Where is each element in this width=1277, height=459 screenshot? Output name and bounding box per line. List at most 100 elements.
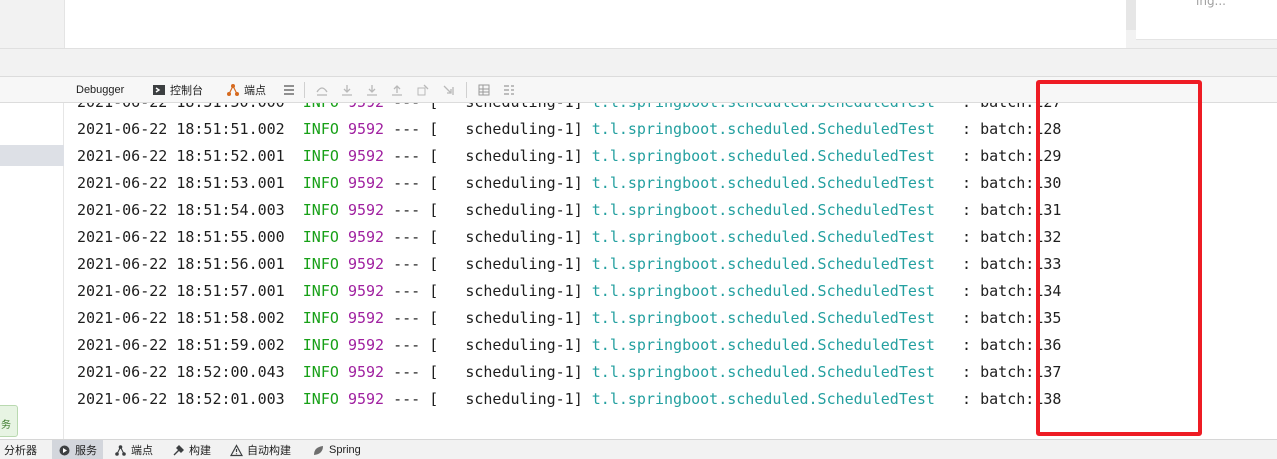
log-line: 2021-06-22 18:51:59.002 INFO 9592 --- [ …: [77, 332, 1061, 359]
log-line: 2021-06-22 18:51:53.001 INFO 9592 --- [ …: [77, 170, 1061, 197]
log-pid: 9592: [347, 336, 385, 354]
log-separator: ---: [393, 255, 421, 273]
right-panel-faded-text: ing...: [1196, 0, 1226, 8]
log-separator: ---: [393, 120, 421, 138]
log-separator: ---: [393, 309, 421, 327]
log-level: INFO: [302, 336, 339, 354]
log-date: 2021-06-22 18:51:59.002: [77, 336, 285, 354]
log-line: 2021-06-22 18:51:55.000 INFO 9592 --- [ …: [77, 224, 1061, 251]
step-over-icon[interactable]: [315, 82, 329, 96]
tab-console-label: 控制台: [170, 85, 203, 97]
left-edge-badge-label: 务: [1, 420, 11, 431]
log-date: 2021-06-22 18:51:58.002: [77, 309, 285, 327]
log-date: 2021-06-22 18:51:53.001: [77, 174, 285, 192]
log-pid: 9592: [347, 201, 385, 219]
log-thread: [ scheduling-1]: [429, 282, 583, 300]
log-date: 2021-06-22 18:51:55.000: [77, 228, 285, 246]
log-pid: 9592: [347, 147, 385, 165]
log-message: : batch:129: [962, 147, 1062, 165]
tool-profiler-label: 分析器: [4, 445, 37, 457]
log-pid: 9592: [347, 309, 385, 327]
log-separator: ---: [393, 336, 421, 354]
tool-auto-build-label: 自动构建: [247, 445, 291, 457]
log-date: 2021-06-22 18:51:54.003: [77, 201, 285, 219]
log-logger: t.l.springboot.scheduled.ScheduledTest: [591, 255, 935, 273]
log-pid: 9592: [347, 282, 385, 300]
tab-console[interactable]: 控制台: [152, 77, 203, 103]
log-pid: 9592: [347, 390, 385, 408]
force-step-into-icon[interactable]: [365, 82, 379, 96]
trace-icon[interactable]: [502, 82, 516, 96]
log-message: : batch:130: [962, 174, 1062, 192]
log-message: : batch:135: [962, 309, 1062, 327]
tab-endpoints[interactable]: 端点: [226, 77, 266, 103]
left-edge-badge[interactable]: 务: [0, 405, 18, 437]
console-output[interactable]: 2021-06-22 18:51:50.000 INFO 9592 --- [ …: [65, 90, 1277, 436]
log-message: : batch:132: [962, 228, 1062, 246]
tool-services[interactable]: 服务: [52, 440, 103, 459]
tool-spring-label: Spring: [329, 444, 361, 456]
log-date: 2021-06-22 18:51:57.001: [77, 282, 285, 300]
log-separator: ---: [393, 363, 421, 381]
evaluate-icon[interactable]: [477, 82, 491, 96]
tool-build-label: 构建: [189, 445, 211, 457]
editor-scrollbar[interactable]: [1126, 0, 1136, 30]
selected-tree-node[interactable]: [0, 145, 64, 166]
log-logger: t.l.springboot.scheduled.ScheduledTest: [591, 201, 935, 219]
run-to-cursor-icon[interactable]: [442, 82, 456, 96]
log-line: 2021-06-22 18:51:56.001 INFO 9592 --- [ …: [77, 251, 1061, 278]
log-thread: [ scheduling-1]: [429, 336, 583, 354]
tab-debugger[interactable]: Debugger: [76, 77, 124, 103]
toolbar-separator: [304, 82, 305, 98]
log-logger: t.l.springboot.scheduled.ScheduledTest: [591, 174, 935, 192]
log-pid: 9592: [347, 255, 385, 273]
log-level: INFO: [302, 309, 339, 327]
log-line: 2021-06-22 18:52:01.003 INFO 9592 --- [ …: [77, 386, 1061, 413]
log-pid: 9592: [347, 174, 385, 192]
log-thread: [ scheduling-1]: [429, 309, 583, 327]
log-message: : batch:131: [962, 201, 1062, 219]
menu-icon[interactable]: [282, 82, 296, 96]
log-date: 2021-06-22 18:52:01.003: [77, 390, 285, 408]
log-thread: [ scheduling-1]: [429, 120, 583, 138]
log-logger: t.l.springboot.scheduled.ScheduledTest: [591, 120, 935, 138]
log-level: INFO: [302, 282, 339, 300]
step-out-icon[interactable]: [390, 82, 404, 96]
log-line: 2021-06-22 18:51:51.002 INFO 9592 --- [ …: [77, 116, 1061, 143]
log-line: 2021-06-22 18:51:58.002 INFO 9592 --- [ …: [77, 305, 1061, 332]
log-message: : batch:134: [962, 282, 1062, 300]
log-level: INFO: [302, 120, 339, 138]
log-line: 2021-06-22 18:51:52.001 INFO 9592 --- [ …: [77, 143, 1061, 170]
log-logger: t.l.springboot.scheduled.ScheduledTest: [591, 147, 935, 165]
log-logger: t.l.springboot.scheduled.ScheduledTest: [591, 336, 935, 354]
services-tree-gutter: 务: [0, 103, 64, 439]
drop-frame-icon[interactable]: [416, 82, 430, 96]
tool-profiler[interactable]: 分析器: [4, 440, 37, 459]
services-icon: [58, 444, 71, 457]
log-level: INFO: [302, 201, 339, 219]
log-thread: [ scheduling-1]: [429, 255, 583, 273]
log-pid: 9592: [347, 363, 385, 381]
warning-icon: [229, 443, 244, 457]
log-separator: ---: [393, 174, 421, 192]
log-separator: ---: [393, 201, 421, 219]
log-thread: [ scheduling-1]: [429, 363, 583, 381]
tool-endpoints[interactable]: 端点: [114, 440, 153, 459]
log-message: : batch:138: [962, 390, 1062, 408]
build-icon: [172, 444, 185, 457]
ide-window: ing... 务 2021-06-22 18:51:50.000 INFO 95…: [0, 0, 1277, 459]
log-thread: [ scheduling-1]: [429, 228, 583, 246]
editor-pane[interactable]: [64, 0, 1126, 48]
log-pid: 9592: [347, 228, 385, 246]
step-into-icon[interactable]: [340, 82, 354, 96]
panel-splitter[interactable]: [0, 48, 1277, 76]
tool-spring[interactable]: Spring: [312, 440, 361, 459]
log-level: INFO: [302, 255, 339, 273]
tool-auto-build[interactable]: 自动构建: [229, 440, 291, 459]
log-thread: [ scheduling-1]: [429, 201, 583, 219]
spring-icon: [312, 444, 325, 457]
toolbar-separator: [466, 82, 467, 98]
log-line: 2021-06-22 18:51:57.001 INFO 9592 --- [ …: [77, 278, 1061, 305]
tool-build[interactable]: 构建: [172, 440, 211, 459]
log-separator: ---: [393, 390, 421, 408]
